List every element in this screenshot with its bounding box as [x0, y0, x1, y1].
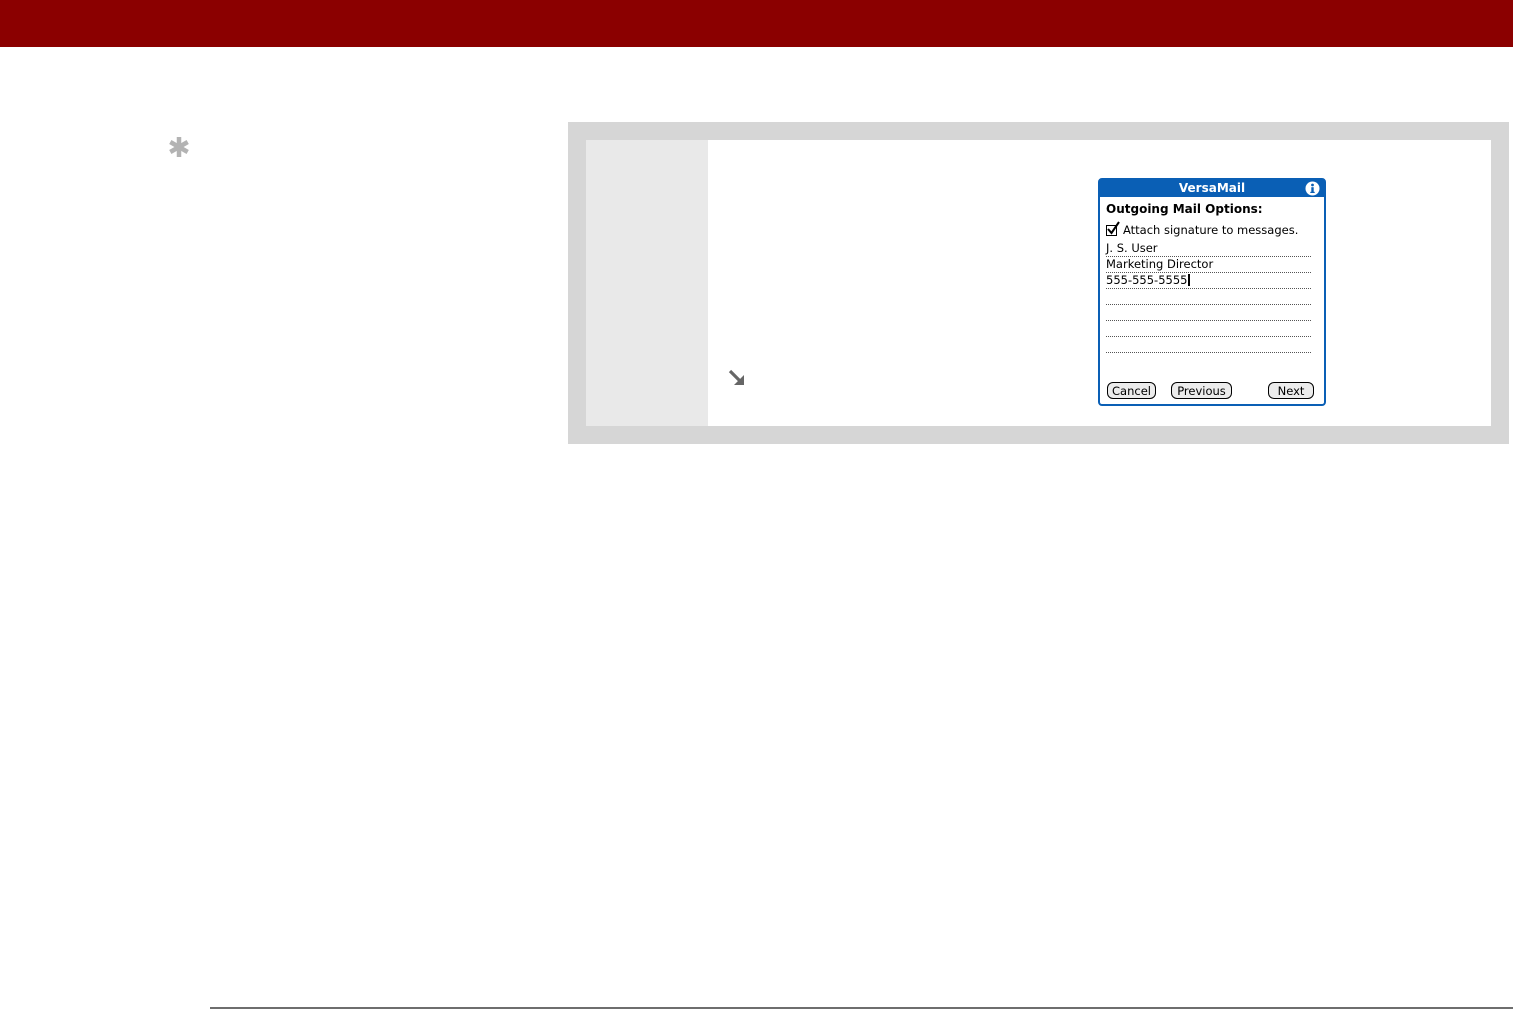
signature-line-4[interactable] [1106, 289, 1311, 305]
content-panel: VersaMail Outgoing Mail Options: Attach … [568, 122, 1509, 444]
asterisk-icon [169, 137, 189, 157]
app-title-bar: VersaMail [1100, 180, 1324, 197]
attach-signature-row[interactable]: Attach signature to messages. [1106, 220, 1299, 238]
signature-line-text: 555-555-5555 [1106, 273, 1188, 287]
text-cursor [1188, 274, 1191, 286]
info-icon[interactable] [1305, 181, 1320, 196]
section-label: Outgoing Mail Options: [1106, 202, 1263, 216]
signature-line-text: J. S. User [1106, 241, 1158, 255]
checkmark-icon [1107, 220, 1120, 235]
panel-step-column [586, 140, 708, 426]
app-title: VersaMail [1178, 181, 1246, 195]
signature-line-6[interactable] [1106, 321, 1311, 337]
signature-line-5[interactable] [1106, 305, 1311, 321]
header-bar [0, 0, 1513, 47]
signature-line-1[interactable]: J. S. User [1106, 241, 1311, 257]
signature-line-7[interactable] [1106, 337, 1311, 353]
attach-signature-checkbox[interactable] [1106, 220, 1120, 236]
signature-line-2[interactable]: Marketing Director [1106, 257, 1311, 273]
footer-rule [210, 1007, 1513, 1009]
cancel-button[interactable]: Cancel [1107, 382, 1156, 399]
palm-screen: VersaMail Outgoing Mail Options: Attach … [1098, 178, 1326, 406]
signature-line-3[interactable]: 555-555-5555 [1106, 273, 1311, 289]
next-button[interactable]: Next [1268, 382, 1314, 399]
previous-button[interactable]: Previous [1171, 382, 1232, 399]
signature-line-text: Marketing Director [1106, 257, 1214, 271]
arrow-down-right-icon [728, 369, 744, 385]
panel-main: VersaMail Outgoing Mail Options: Attach … [708, 140, 1491, 426]
attach-signature-label: Attach signature to messages. [1123, 223, 1299, 237]
